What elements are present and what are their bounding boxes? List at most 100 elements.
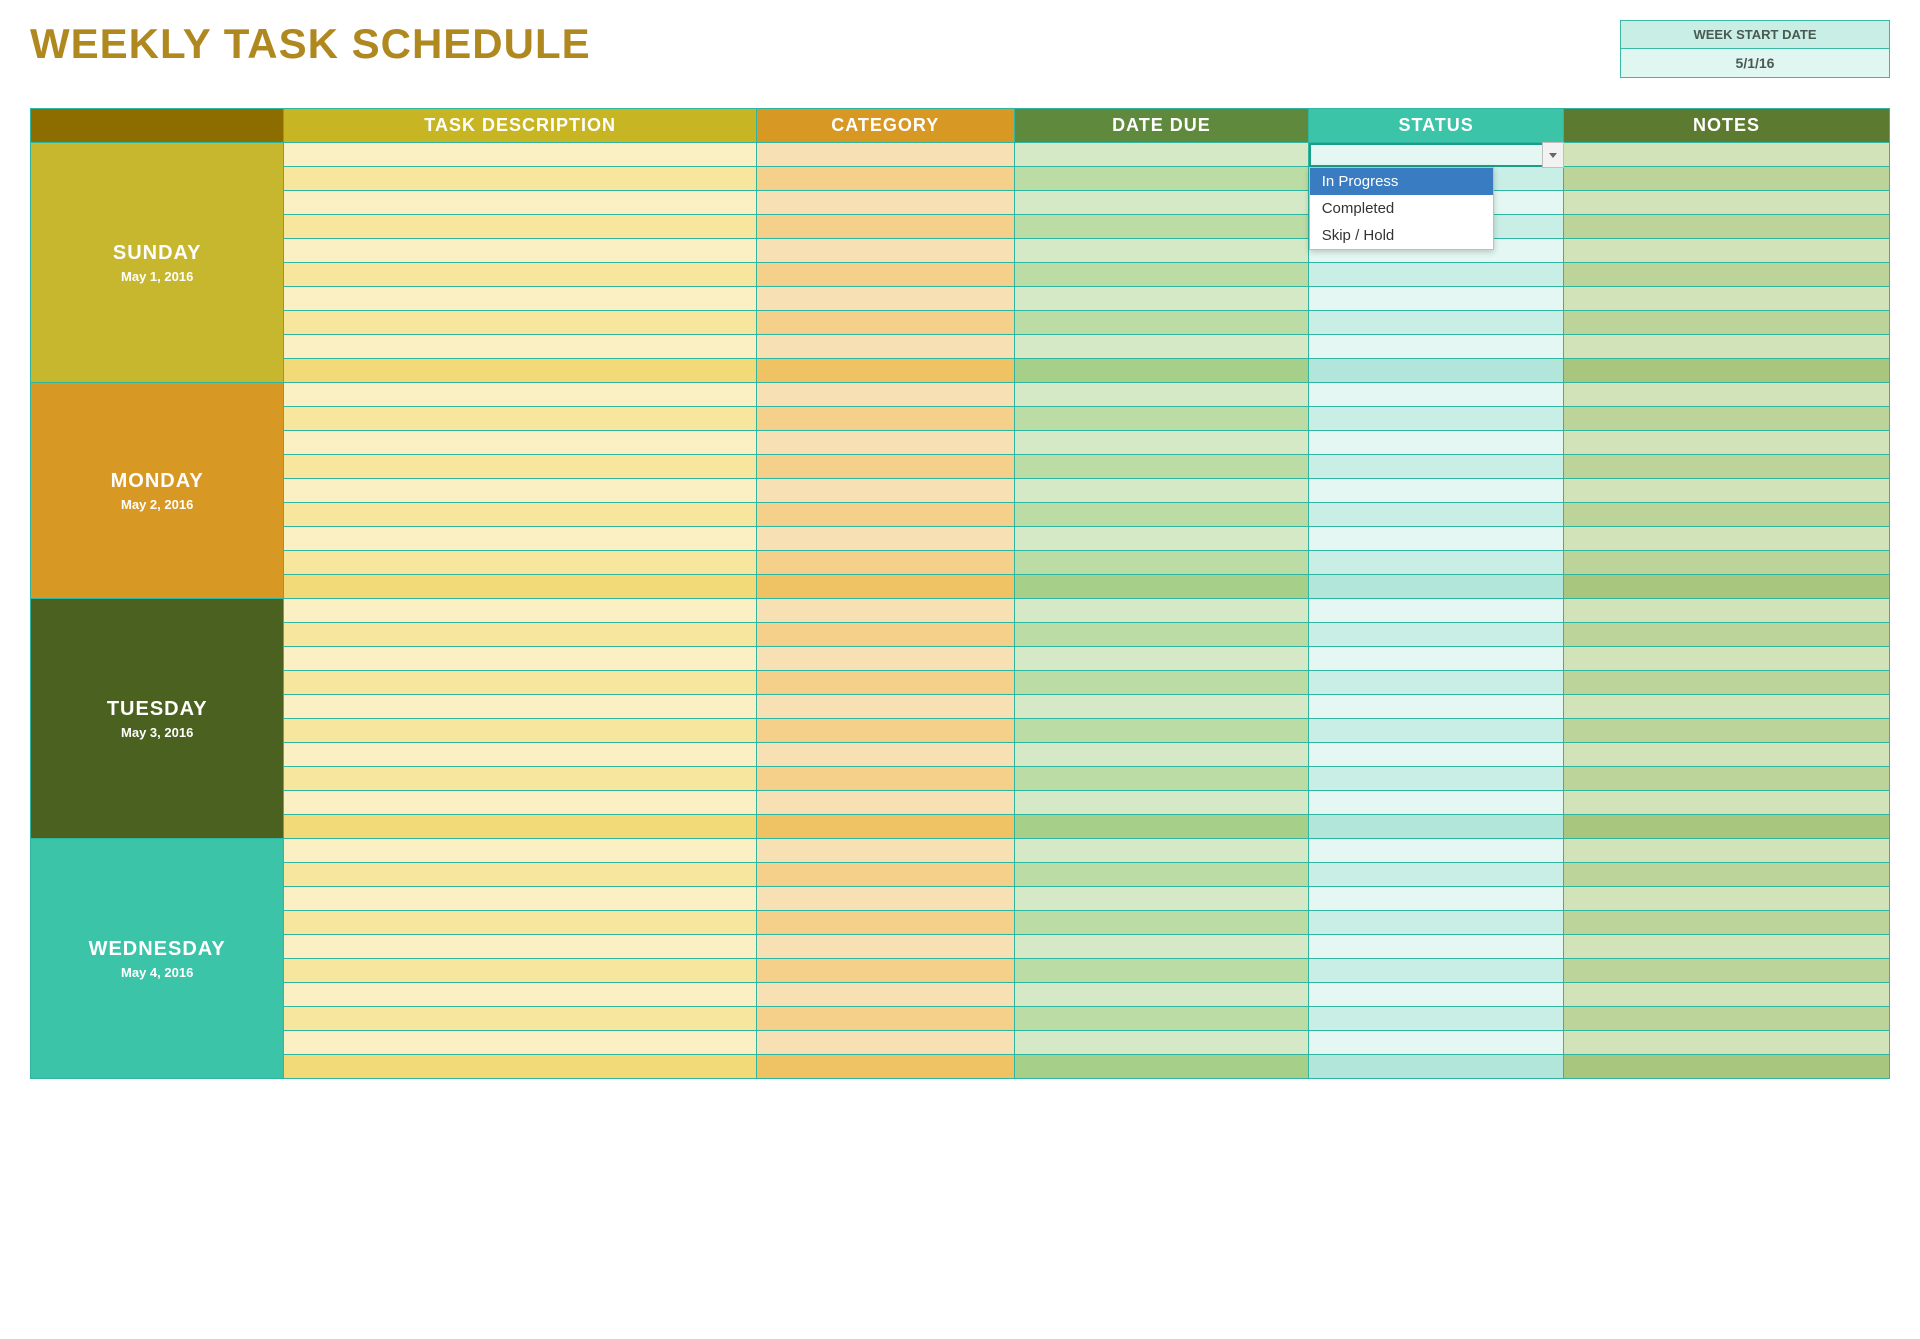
due-cell[interactable]	[1014, 719, 1309, 743]
due-cell[interactable]	[1014, 791, 1309, 815]
due-cell[interactable]	[1014, 311, 1309, 335]
category-cell[interactable]	[756, 599, 1014, 623]
notes-cell[interactable]	[1564, 743, 1890, 767]
due-cell[interactable]	[1014, 359, 1309, 383]
task-cell[interactable]	[284, 359, 757, 383]
status-cell[interactable]	[1309, 383, 1564, 407]
category-cell[interactable]	[756, 263, 1014, 287]
notes-cell[interactable]	[1564, 911, 1890, 935]
task-cell[interactable]	[284, 191, 757, 215]
due-cell[interactable]	[1014, 767, 1309, 791]
category-cell[interactable]	[756, 791, 1014, 815]
status-cell[interactable]	[1309, 887, 1564, 911]
task-cell[interactable]	[284, 887, 757, 911]
notes-cell[interactable]	[1564, 167, 1890, 191]
category-cell[interactable]	[756, 167, 1014, 191]
status-cell[interactable]	[1309, 431, 1564, 455]
task-cell[interactable]	[284, 527, 757, 551]
due-cell[interactable]	[1014, 239, 1309, 263]
notes-cell[interactable]	[1564, 215, 1890, 239]
status-cell[interactable]	[1309, 647, 1564, 671]
due-cell[interactable]	[1014, 167, 1309, 191]
due-cell[interactable]	[1014, 191, 1309, 215]
due-cell[interactable]	[1014, 935, 1309, 959]
notes-cell[interactable]	[1564, 503, 1890, 527]
due-cell[interactable]	[1014, 623, 1309, 647]
task-cell[interactable]	[284, 239, 757, 263]
notes-cell[interactable]	[1564, 455, 1890, 479]
task-cell[interactable]	[284, 767, 757, 791]
status-cell[interactable]	[1309, 1031, 1564, 1055]
notes-cell[interactable]	[1564, 767, 1890, 791]
due-cell[interactable]	[1014, 647, 1309, 671]
notes-cell[interactable]	[1564, 575, 1890, 599]
status-option[interactable]: Completed	[1310, 195, 1493, 222]
category-cell[interactable]	[756, 1007, 1014, 1031]
task-cell[interactable]	[284, 167, 757, 191]
category-cell[interactable]	[756, 983, 1014, 1007]
status-cell[interactable]	[1309, 935, 1564, 959]
category-cell[interactable]	[756, 815, 1014, 839]
task-cell[interactable]	[284, 959, 757, 983]
category-cell[interactable]	[756, 239, 1014, 263]
status-cell[interactable]	[1309, 743, 1564, 767]
due-cell[interactable]	[1014, 143, 1309, 167]
notes-cell[interactable]	[1564, 1055, 1890, 1079]
due-cell[interactable]	[1014, 503, 1309, 527]
category-cell[interactable]	[756, 935, 1014, 959]
due-cell[interactable]	[1014, 215, 1309, 239]
notes-cell[interactable]	[1564, 359, 1890, 383]
notes-cell[interactable]	[1564, 887, 1890, 911]
task-cell[interactable]	[284, 503, 757, 527]
notes-cell[interactable]	[1564, 1007, 1890, 1031]
due-cell[interactable]	[1014, 263, 1309, 287]
notes-cell[interactable]	[1564, 311, 1890, 335]
category-cell[interactable]	[756, 671, 1014, 695]
task-cell[interactable]	[284, 815, 757, 839]
notes-cell[interactable]	[1564, 383, 1890, 407]
category-cell[interactable]	[756, 839, 1014, 863]
category-cell[interactable]	[756, 911, 1014, 935]
task-cell[interactable]	[284, 263, 757, 287]
category-cell[interactable]	[756, 623, 1014, 647]
notes-cell[interactable]	[1564, 815, 1890, 839]
notes-cell[interactable]	[1564, 143, 1890, 167]
task-cell[interactable]	[284, 743, 757, 767]
notes-cell[interactable]	[1564, 791, 1890, 815]
category-cell[interactable]	[756, 359, 1014, 383]
category-cell[interactable]	[756, 287, 1014, 311]
task-cell[interactable]	[284, 311, 757, 335]
category-cell[interactable]	[756, 383, 1014, 407]
task-cell[interactable]	[284, 575, 757, 599]
category-cell[interactable]	[756, 719, 1014, 743]
notes-cell[interactable]	[1564, 839, 1890, 863]
task-cell[interactable]	[284, 599, 757, 623]
due-cell[interactable]	[1014, 479, 1309, 503]
notes-cell[interactable]	[1564, 983, 1890, 1007]
task-cell[interactable]	[284, 623, 757, 647]
status-cell[interactable]	[1309, 143, 1564, 167]
due-cell[interactable]	[1014, 287, 1309, 311]
status-cell[interactable]	[1309, 911, 1564, 935]
task-cell[interactable]	[284, 1031, 757, 1055]
due-cell[interactable]	[1014, 599, 1309, 623]
category-cell[interactable]	[756, 767, 1014, 791]
notes-cell[interactable]	[1564, 431, 1890, 455]
due-cell[interactable]	[1014, 551, 1309, 575]
category-cell[interactable]	[756, 455, 1014, 479]
due-cell[interactable]	[1014, 695, 1309, 719]
task-cell[interactable]	[284, 287, 757, 311]
status-option[interactable]: In Progress	[1310, 168, 1493, 195]
notes-cell[interactable]	[1564, 623, 1890, 647]
category-cell[interactable]	[756, 479, 1014, 503]
due-cell[interactable]	[1014, 671, 1309, 695]
due-cell[interactable]	[1014, 863, 1309, 887]
due-cell[interactable]	[1014, 959, 1309, 983]
category-cell[interactable]	[756, 695, 1014, 719]
category-cell[interactable]	[756, 191, 1014, 215]
notes-cell[interactable]	[1564, 287, 1890, 311]
status-cell[interactable]	[1309, 359, 1564, 383]
task-cell[interactable]	[284, 335, 757, 359]
task-cell[interactable]	[284, 143, 757, 167]
status-cell[interactable]	[1309, 575, 1564, 599]
